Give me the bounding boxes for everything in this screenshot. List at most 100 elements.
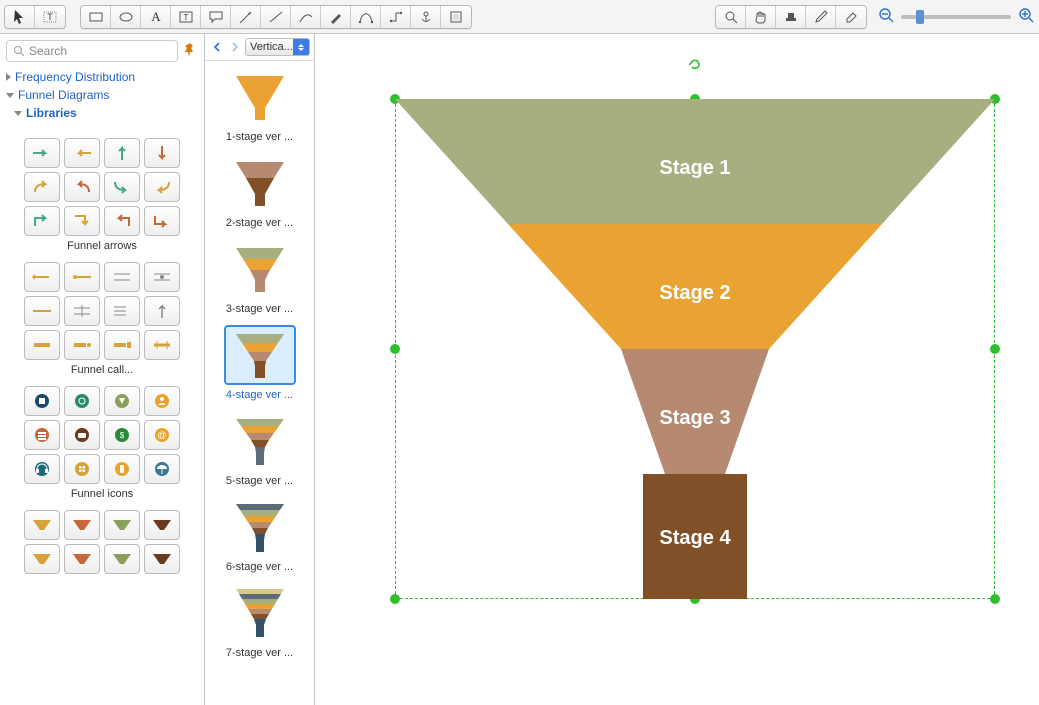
pointer-tool[interactable] — [5, 6, 35, 28]
anchor-tool[interactable] — [411, 6, 441, 28]
funnel-shape[interactable] — [144, 510, 180, 540]
arrow-shape[interactable] — [64, 206, 100, 236]
funnel-shape[interactable] — [24, 510, 60, 540]
callout-shape[interactable] — [104, 262, 140, 292]
callout-tool[interactable] — [201, 6, 231, 28]
stamp-tool[interactable] — [776, 6, 806, 28]
funnel-shape[interactable] — [104, 510, 140, 540]
arrow-shape[interactable] — [104, 206, 140, 236]
connector-tool[interactable] — [381, 6, 411, 28]
callout-shape[interactable] — [104, 330, 140, 360]
line-tool[interactable] — [261, 6, 291, 28]
back-button[interactable] — [209, 38, 225, 56]
funnel-shape[interactable] — [104, 544, 140, 574]
stage-3-label: Stage 3 — [659, 407, 730, 429]
zoom-in-button[interactable] — [1017, 6, 1035, 27]
zoom-out-button[interactable] — [877, 6, 895, 27]
icon-shape[interactable] — [64, 386, 100, 416]
icon-shape[interactable] — [24, 386, 60, 416]
rectangle-tool[interactable] — [81, 6, 111, 28]
arrow-shape[interactable] — [104, 172, 140, 202]
search-input[interactable]: Search — [6, 40, 178, 62]
shape-7-stage[interactable]: 7-stage ver ... — [211, 583, 308, 659]
library-panel: Search Frequency Distribution Funnel Dia… — [0, 34, 205, 705]
drawing-canvas[interactable]: Stage 1 Stage 2 Stage 3 Stage 4 — [315, 34, 1039, 705]
main-toolbar: T A T — [0, 0, 1039, 34]
arrow-tool[interactable] — [231, 6, 261, 28]
shape-1-stage[interactable]: 1-stage ver ... — [211, 67, 308, 143]
icon-shape[interactable] — [64, 454, 100, 484]
tree-frequency[interactable]: Frequency Distribution — [4, 68, 200, 86]
select-chevrons-icon — [293, 39, 309, 55]
select-value: Vertica... — [250, 41, 293, 53]
funnel-chart[interactable]: Stage 1 Stage 2 Stage 3 Stage 4 — [395, 99, 995, 599]
svg-text:$: $ — [120, 431, 125, 440]
arrow-shape[interactable] — [104, 138, 140, 168]
zoom-slider[interactable] — [901, 15, 1011, 19]
callout-shape[interactable] — [144, 330, 180, 360]
icon-shape[interactable] — [144, 386, 180, 416]
bezier-tool[interactable] — [351, 6, 381, 28]
funnel-shape[interactable] — [64, 510, 100, 540]
arrow-shape[interactable] — [144, 206, 180, 236]
library-funnel-arrows: Funnel arrows — [6, 138, 198, 252]
text-tool[interactable]: A — [141, 6, 171, 28]
icon-shape[interactable]: $ — [104, 420, 140, 450]
arrow-shape[interactable] — [24, 206, 60, 236]
stage-1-label: Stage 1 — [659, 157, 730, 179]
shape-label: 7-stage ver ... — [211, 647, 308, 659]
arrow-shape[interactable] — [64, 172, 100, 202]
eraser-tool[interactable] — [836, 6, 866, 28]
stage-2-label: Stage 2 — [659, 282, 730, 304]
text-select-tool[interactable]: T — [35, 6, 65, 28]
callout-shape[interactable] — [144, 262, 180, 292]
callout-shape[interactable] — [24, 262, 60, 292]
ellipse-tool[interactable] — [111, 6, 141, 28]
icon-shape[interactable] — [144, 454, 180, 484]
tree-libraries[interactable]: Libraries — [4, 104, 200, 122]
shape-6-stage[interactable]: 6-stage ver ... — [211, 497, 308, 573]
arrow-shape[interactable] — [144, 138, 180, 168]
forward-button[interactable] — [227, 38, 243, 56]
icon-shape[interactable] — [104, 386, 140, 416]
curve-tool[interactable] — [291, 6, 321, 28]
tree-funnel-diagrams[interactable]: Funnel Diagrams — [4, 86, 200, 104]
shape-2-stage[interactable]: 2-stage ver ... — [211, 153, 308, 229]
pin-icon[interactable] — [182, 42, 198, 61]
shape-4-stage[interactable]: 4-stage ver ... — [211, 325, 308, 401]
rotate-handle[interactable] — [688, 57, 702, 71]
eyedropper-tool[interactable] — [806, 6, 836, 28]
funnel-shape[interactable] — [64, 544, 100, 574]
callout-shape[interactable] — [24, 330, 60, 360]
arrow-shape[interactable] — [24, 138, 60, 168]
icon-shape[interactable] — [24, 454, 60, 484]
zoom-tool[interactable] — [716, 6, 746, 28]
shape-5-stage[interactable]: 5-stage ver ... — [211, 411, 308, 487]
icon-shape[interactable] — [104, 454, 140, 484]
callout-shape[interactable] — [64, 330, 100, 360]
arrow-shape[interactable] — [64, 138, 100, 168]
callout-shape[interactable] — [144, 296, 180, 326]
icon-shape[interactable] — [64, 420, 100, 450]
library-label: Funnel icons — [6, 488, 198, 500]
arrow-shape[interactable] — [24, 172, 60, 202]
shape-3-stage[interactable]: 3-stage ver ... — [211, 239, 308, 315]
icon-shape[interactable] — [24, 420, 60, 450]
shape-label: 2-stage ver ... — [211, 217, 308, 229]
arrow-shape[interactable] — [144, 172, 180, 202]
textbox-tool[interactable]: T — [171, 6, 201, 28]
library-funnel-callouts: Funnel call... — [6, 262, 198, 376]
shape-category-select[interactable]: Vertica... — [245, 38, 310, 56]
funnel-shape[interactable] — [24, 544, 60, 574]
hand-tool[interactable] — [746, 6, 776, 28]
icon-shape[interactable]: @ — [144, 420, 180, 450]
callout-shape[interactable] — [64, 262, 100, 292]
svg-text:@: @ — [157, 430, 166, 440]
funnel-shape[interactable] — [144, 544, 180, 574]
chevron-right-icon — [6, 73, 11, 81]
crop-tool[interactable] — [441, 6, 471, 28]
callout-shape[interactable] — [24, 296, 60, 326]
pen-tool[interactable] — [321, 6, 351, 28]
callout-shape[interactable] — [64, 296, 100, 326]
callout-shape[interactable] — [104, 296, 140, 326]
